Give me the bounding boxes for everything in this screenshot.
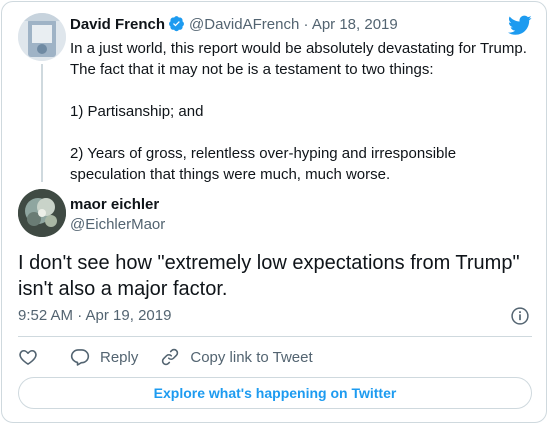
twitter-bird-icon[interactable] [508, 13, 532, 37]
info-icon[interactable] [510, 306, 530, 326]
reply-button[interactable]: Reply [70, 347, 138, 367]
header-separator: · [303, 16, 309, 33]
parent-line-5: speculation that things were much, much … [70, 166, 391, 183]
parent-tweet-date[interactable]: Apr 18, 2019 [312, 16, 398, 33]
like-button[interactable] [18, 347, 38, 367]
parent-tweet-text: In a just world, this report would be ab… [70, 38, 532, 185]
reply-tweet-text: I don't see how "extremely low expectati… [18, 252, 520, 300]
parent-line-1: In a just world, this report would be ab… [70, 40, 527, 57]
explore-twitter-button[interactable]: Explore what's happening on Twitter [18, 377, 532, 409]
reply-author-avatar[interactable] [18, 189, 66, 237]
tweet-actions: Reply Copy link to Tweet [18, 346, 313, 368]
parent-line-4: 2) Years of gross, relentless over-hypin… [70, 145, 457, 162]
parent-line-2: The fact that it may not be is a testame… [70, 61, 434, 78]
parent-author-handle[interactable]: @DavidAFrench [189, 16, 299, 33]
reply-author-handle[interactable]: @EichlerMaor [70, 215, 165, 235]
reply-timestamp[interactable]: 9:52 AM · Apr 19, 2019 [18, 306, 171, 326]
reply-author-name[interactable]: maor eichler [70, 195, 159, 215]
parent-tweet-header: David French @DavidAFrench · Apr 18, 2019 [70, 15, 398, 35]
reply-label: Reply [100, 348, 139, 366]
actions-divider [18, 336, 532, 337]
link-icon [162, 348, 179, 366]
parent-line-3: 1) Partisanship; and [70, 103, 204, 120]
verified-badge-icon [169, 16, 184, 32]
copy-link-button[interactable]: Copy link to Tweet [160, 347, 313, 367]
parent-author-name[interactable]: David French [70, 16, 165, 33]
reply-bubble-icon [70, 349, 90, 366]
copy-link-label: Copy link to Tweet [190, 348, 313, 366]
heart-icon [19, 349, 37, 365]
thread-connector-line [41, 64, 43, 182]
parent-author-avatar[interactable] [18, 13, 66, 61]
